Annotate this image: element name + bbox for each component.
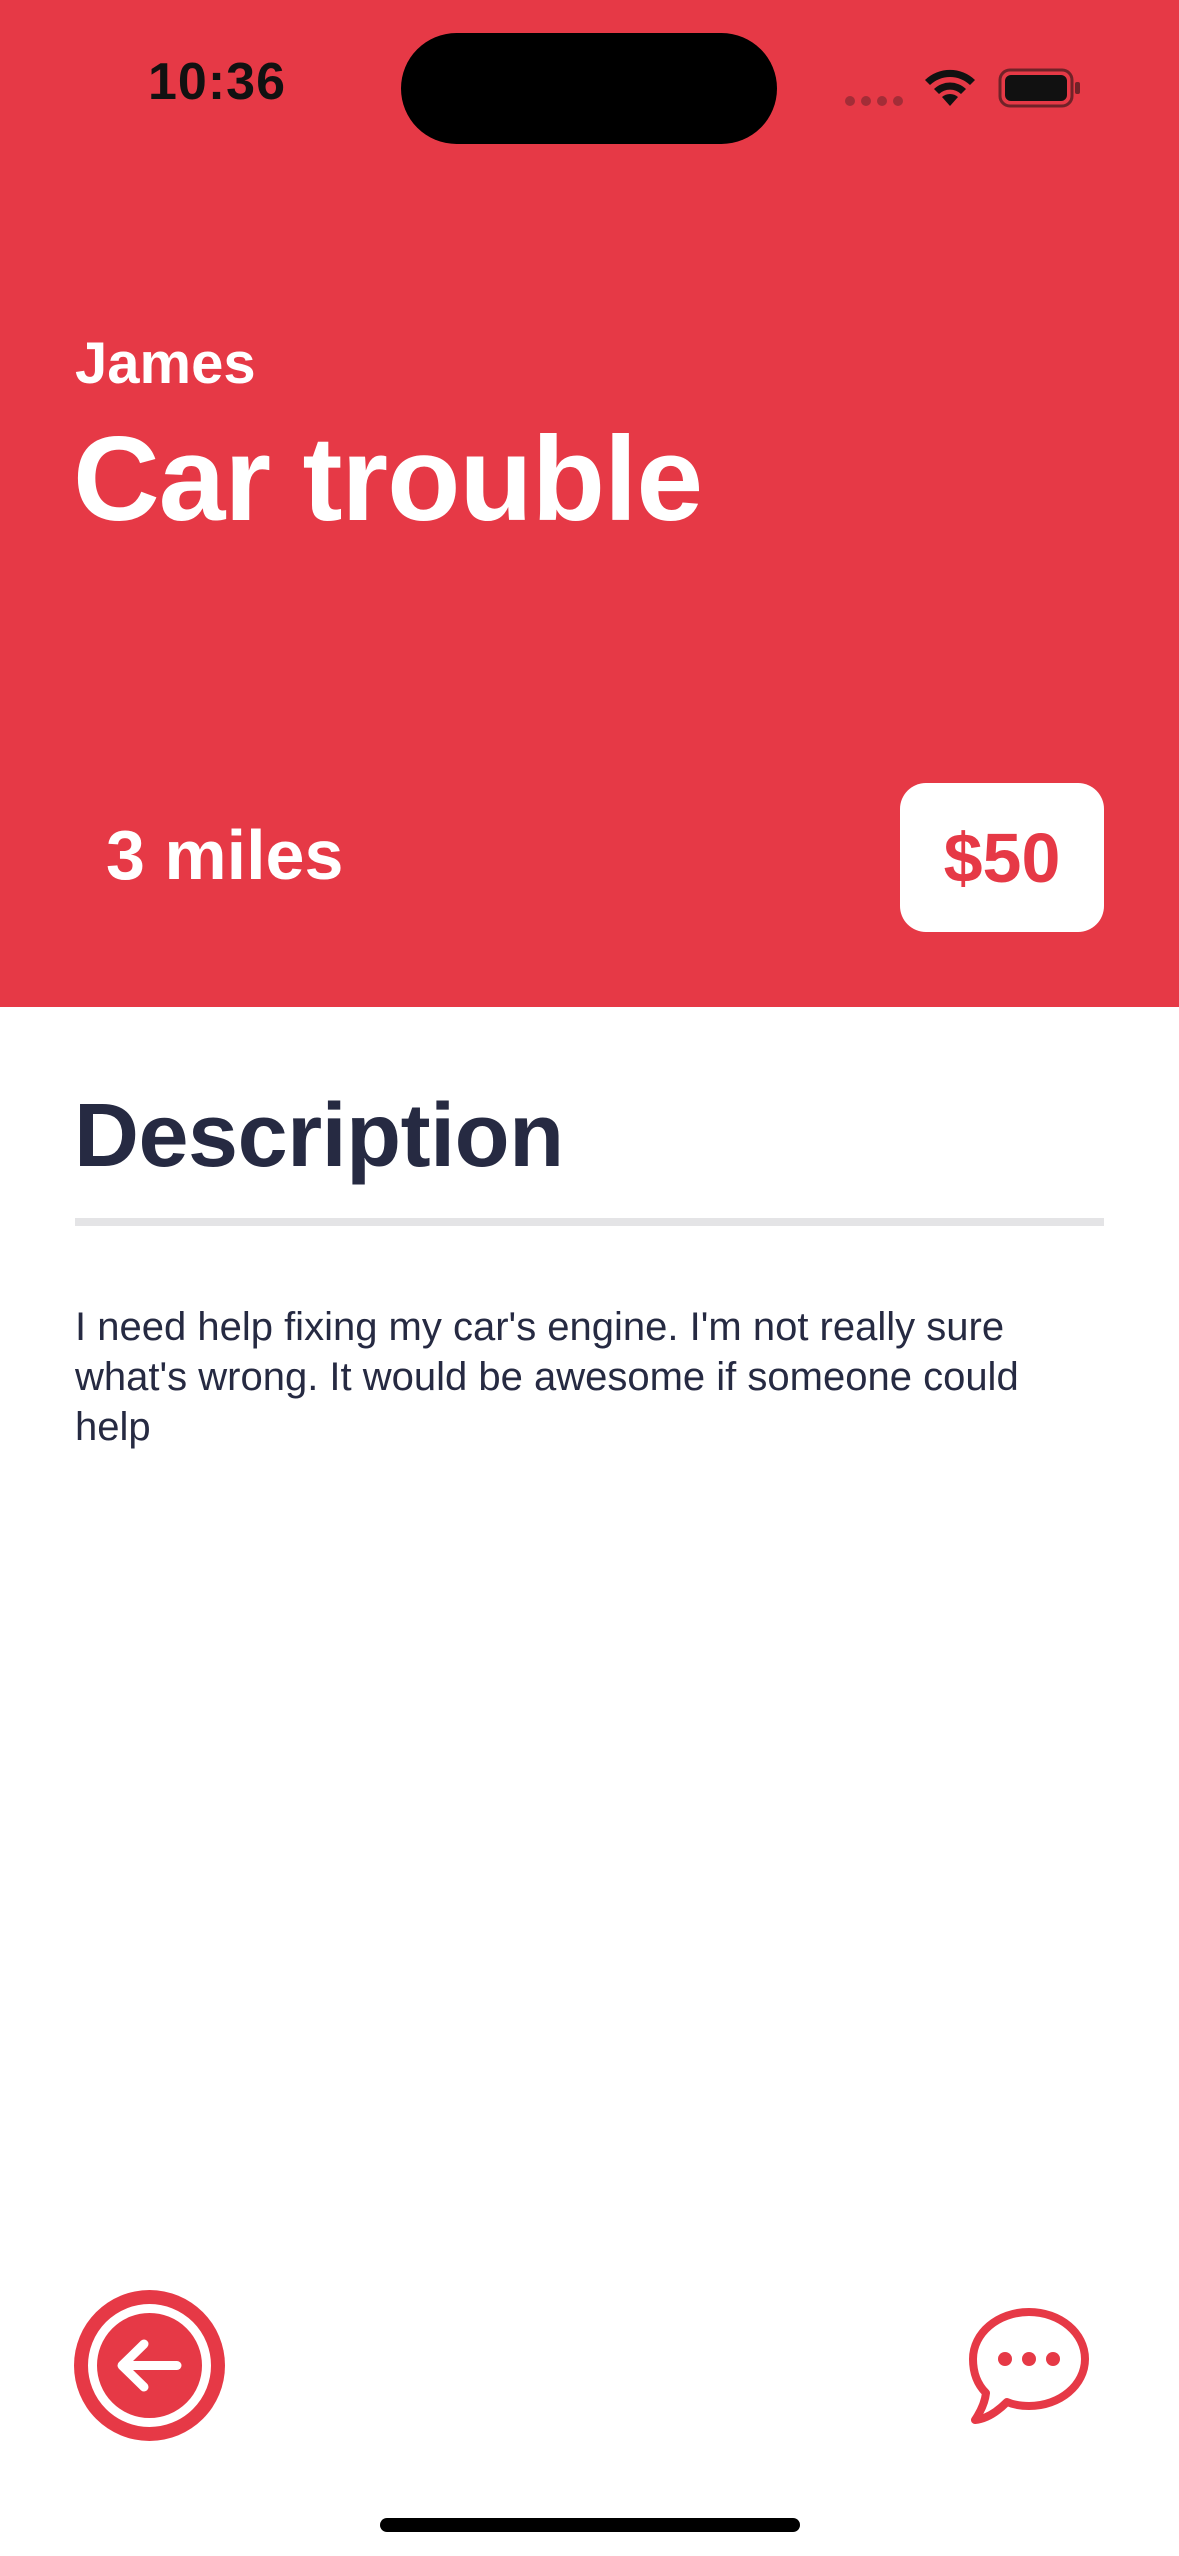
job-detail-screen: 10:36 James Car trouble 3 miles $50 Desc… — [0, 0, 1179, 2556]
back-arrow-circle-icon — [88, 2304, 211, 2427]
home-indicator — [380, 2518, 800, 2532]
chat-bubble-icon[interactable] — [965, 2305, 1093, 2429]
wifi-icon — [925, 69, 975, 106]
job-header: 10:36 James Car trouble 3 miles $50 — [0, 0, 1179, 1007]
battery-icon — [998, 68, 1080, 108]
back-button[interactable] — [74, 2290, 225, 2441]
description-heading: Description — [74, 1086, 564, 1186]
description-text: I need help fixing my car's engine. I'm … — [75, 1305, 1019, 1449]
status-bar: 10:36 — [0, 0, 1179, 170]
poster-name: James — [75, 331, 256, 396]
price-value: $50 — [943, 818, 1061, 897]
status-time: 10:36 — [148, 53, 286, 111]
section-divider — [75, 1218, 1104, 1226]
price-badge: $50 — [900, 783, 1104, 932]
dynamic-island — [401, 33, 777, 144]
job-title: Car trouble — [73, 412, 703, 546]
cellular-signal-icon — [845, 96, 905, 106]
distance-label: 3 miles — [106, 816, 344, 894]
